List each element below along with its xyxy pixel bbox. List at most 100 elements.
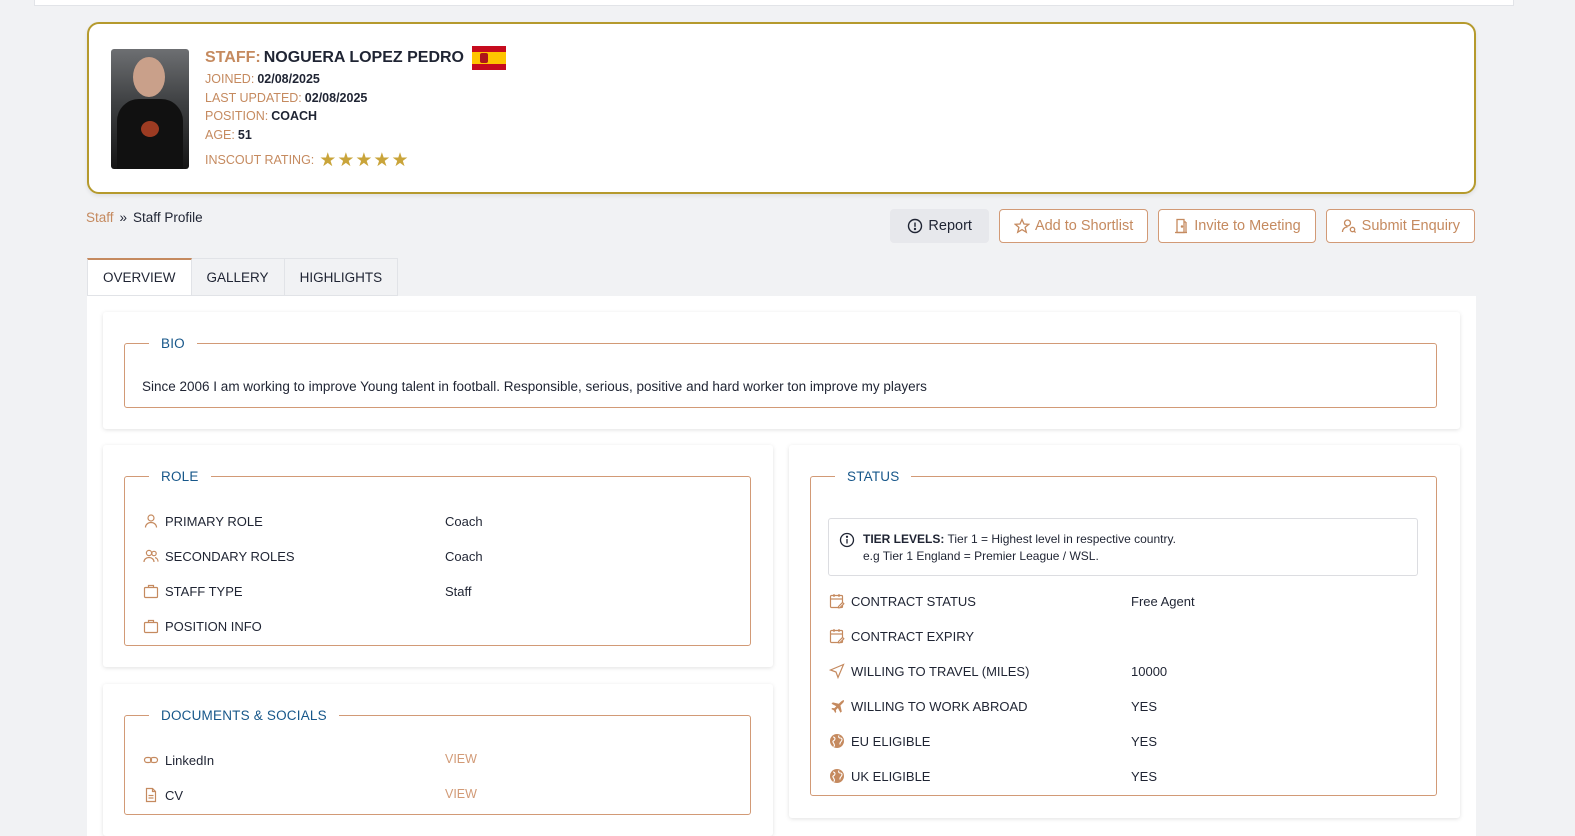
updated-label: LAST UPDATED: xyxy=(205,90,302,105)
navigation-icon xyxy=(829,663,845,679)
profile-info: STAFF: NOGUERA LOPEZ PEDRO JOINED: 02/08… xyxy=(205,46,506,171)
rating-star-icon: ★ xyxy=(373,149,392,171)
user-search-icon xyxy=(1341,219,1356,234)
documents-legend: DOCUMENTS & SOCIALS xyxy=(161,708,327,723)
updated-row: LAST UPDATED: 02/08/2025 xyxy=(205,89,506,108)
rating-star-icon: ★ xyxy=(391,149,410,171)
role-legend: ROLE xyxy=(161,469,199,484)
tier-text-1: Tier 1 = Highest level in respective cou… xyxy=(947,532,1176,546)
linkedin-view-link[interactable]: VIEW xyxy=(445,748,477,770)
staff-type-row: STAFF TYPE xyxy=(143,580,243,602)
bio-text: Since 2006 I am working to improve Young… xyxy=(142,379,927,394)
linkedin-row: LinkedIn xyxy=(143,749,214,771)
rating-star-icon: ★ xyxy=(355,149,374,171)
briefcase-icon xyxy=(143,583,159,599)
contract-expiry-row: CONTRACT EXPIRY xyxy=(829,625,974,647)
breadcrumb-staff-link[interactable]: Staff xyxy=(86,210,114,225)
tier-title: TIER LEVELS: xyxy=(863,532,945,546)
tab-overview[interactable]: OVERVIEW xyxy=(87,258,192,296)
cv-label: CV xyxy=(165,787,184,803)
meeting-label: Invite to Meeting xyxy=(1194,218,1301,234)
secondary-roles-row: SECONDARY ROLES xyxy=(143,545,295,567)
position-value: COACH xyxy=(271,109,318,124)
tab-highlights[interactable]: HIGHLIGHTS xyxy=(284,258,399,296)
plane-icon xyxy=(829,698,845,714)
secondary-roles-label: SECONDARY ROLES xyxy=(165,548,295,564)
staff-name: NOGUERA LOPEZ PEDRO xyxy=(263,49,464,66)
uk-eligible-value: YES xyxy=(1131,768,1158,784)
globe-icon xyxy=(829,768,845,784)
position-info-label: POSITION INFO xyxy=(165,618,262,634)
info-icon xyxy=(839,532,855,548)
age-value: 51 xyxy=(237,127,252,142)
avatar xyxy=(111,49,189,169)
calendar-edit-icon xyxy=(829,628,845,644)
calendar-edit-icon xyxy=(829,593,845,609)
report-button[interactable]: Report xyxy=(890,209,989,243)
role-fieldset: ROLE PRIMARY ROLE Coach SECONDARY ROLES … xyxy=(124,469,751,646)
shortlist-label: Add to Shortlist xyxy=(1034,218,1134,234)
enquiry-label: Submit Enquiry xyxy=(1361,218,1460,234)
linkedin-label: LinkedIn xyxy=(165,752,215,768)
action-buttons: Report Add to Shortlist Invite to Meetin… xyxy=(890,209,1475,243)
spain-flag-icon xyxy=(472,46,506,70)
secondary-roles-value: Coach xyxy=(445,548,483,564)
breadcrumb: Staff » Staff Profile xyxy=(86,210,203,225)
star-icon xyxy=(1013,218,1030,234)
tier-line-2: e.g Tier 1 England = Premier League / WS… xyxy=(863,549,1099,563)
add-to-shortlist-button[interactable]: Add to Shortlist xyxy=(998,209,1149,243)
primary-role-value: Coach xyxy=(445,513,483,529)
work-abroad-value: YES xyxy=(1131,698,1158,714)
staff-label: STAFF: xyxy=(205,49,261,66)
position-info-row: POSITION INFO xyxy=(143,615,262,637)
eu-eligible-value: YES xyxy=(1131,733,1158,749)
bio-legend: BIO xyxy=(161,336,185,351)
joined-label: JOINED: xyxy=(205,72,255,87)
rating-star-icon: ★ xyxy=(319,149,338,171)
link-icon xyxy=(143,752,159,768)
profile-header-card: STAFF: NOGUERA LOPEZ PEDRO JOINED: 02/08… xyxy=(87,22,1476,194)
travel-value: 10000 xyxy=(1131,663,1168,679)
bio-card: BIO Since 2006 I am working to improve Y… xyxy=(103,312,1460,429)
uk-eligible-label: UK ELIGIBLE xyxy=(851,768,931,784)
door-icon xyxy=(1175,218,1188,234)
eu-eligible-row: EU ELIGIBLE xyxy=(829,730,930,752)
status-fieldset: STATUS TIER LEVELS: Tier 1 = Highest lev… xyxy=(810,469,1437,796)
age-row: AGE: 51 xyxy=(205,126,506,145)
updated-value: 02/08/2025 xyxy=(304,90,368,105)
joined-row: JOINED: 02/08/2025 xyxy=(205,70,506,89)
file-icon xyxy=(143,787,159,803)
globe-icon xyxy=(829,733,845,749)
primary-role-row: PRIMARY ROLE xyxy=(143,510,263,532)
position-label: POSITION: xyxy=(205,109,269,124)
rating-star-icon: ★ xyxy=(337,149,356,171)
star-rating: ★ ★ ★ ★ ★ xyxy=(319,149,409,172)
alert-circle-icon xyxy=(908,218,923,234)
invite-to-meeting-button[interactable]: Invite to Meeting xyxy=(1158,209,1316,243)
top-bar xyxy=(34,0,1514,6)
work-abroad-label: WILLING TO WORK ABROAD xyxy=(851,698,1028,714)
report-label: Report xyxy=(928,218,972,234)
cv-view-link[interactable]: VIEW xyxy=(445,783,477,805)
tab-gallery[interactable]: GALLERY xyxy=(191,258,285,296)
role-card: ROLE PRIMARY ROLE Coach SECONDARY ROLES … xyxy=(103,445,773,667)
overview-panel: BIO Since 2006 I am working to improve Y… xyxy=(87,296,1476,836)
breadcrumb-separator: » xyxy=(119,210,128,225)
status-legend: STATUS xyxy=(847,469,900,484)
rating-label: INSCOUT RATING: xyxy=(205,153,315,167)
submit-enquiry-button[interactable]: Submit Enquiry xyxy=(1325,209,1475,243)
joined-value: 02/08/2025 xyxy=(257,72,320,87)
users-icon xyxy=(143,548,159,564)
contract-status-label: CONTRACT STATUS xyxy=(851,593,976,609)
age-label: AGE: xyxy=(205,127,235,142)
tier-levels-info: TIER LEVELS: Tier 1 = Highest level in r… xyxy=(828,518,1418,576)
primary-role-label: PRIMARY ROLE xyxy=(165,513,263,529)
contract-expiry-label: CONTRACT EXPIRY xyxy=(851,628,975,644)
travel-row: WILLING TO TRAVEL (MILES) xyxy=(829,660,1029,682)
documents-fieldset: DOCUMENTS & SOCIALS LinkedIn VIEW CV VIE… xyxy=(124,708,751,815)
breadcrumb-current: Staff Profile xyxy=(133,210,203,225)
documents-card: DOCUMENTS & SOCIALS LinkedIn VIEW CV VIE… xyxy=(103,684,773,836)
travel-label: WILLING TO TRAVEL (MILES) xyxy=(851,663,1030,679)
rating-row: INSCOUT RATING: ★ ★ ★ ★ ★ xyxy=(205,149,506,171)
eu-eligible-label: EU ELIGIBLE xyxy=(851,733,931,749)
